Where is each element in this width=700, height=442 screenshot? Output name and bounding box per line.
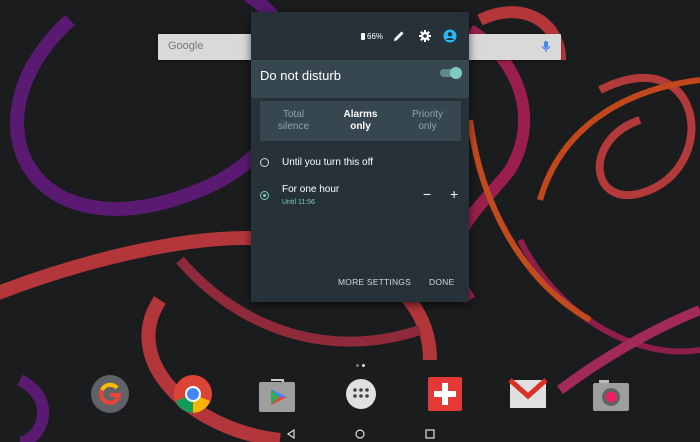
option-one-hour[interactable]: For one hour Until 11:56 − + bbox=[260, 184, 460, 210]
tab-label-line1: Alarms bbox=[343, 109, 378, 120]
play-store-icon[interactable] bbox=[257, 374, 297, 414]
home-icon[interactable] bbox=[354, 428, 366, 440]
tab-label-line1: Total bbox=[282, 109, 305, 120]
quick-settings-panel: 66% Do not disturb Total silence Alarms … bbox=[251, 12, 469, 302]
app-dock bbox=[0, 374, 700, 420]
page-dot bbox=[356, 364, 359, 367]
app-drawer-icon[interactable] bbox=[341, 374, 381, 414]
tab-label-line2: only bbox=[350, 121, 371, 132]
tab-total-silence[interactable]: Total silence bbox=[260, 101, 327, 141]
battery-icon bbox=[361, 33, 365, 40]
done-button[interactable]: DONE bbox=[429, 277, 454, 287]
tab-label-line1: Priority bbox=[411, 109, 444, 120]
decrease-button[interactable]: − bbox=[423, 186, 431, 202]
battery-indicator: 66% bbox=[361, 32, 383, 41]
page-dot-active bbox=[362, 364, 365, 367]
camera-icon[interactable] bbox=[591, 374, 631, 414]
option-label: Until you turn this off bbox=[282, 157, 373, 168]
option-until-off[interactable]: Until you turn this off bbox=[260, 157, 460, 171]
google-app-icon[interactable] bbox=[90, 374, 130, 414]
back-icon[interactable] bbox=[285, 428, 297, 440]
battery-percent: 66% bbox=[367, 32, 384, 41]
option-label: For one hour bbox=[282, 184, 340, 195]
tab-label-line2: only bbox=[418, 121, 437, 132]
navigation-bar bbox=[0, 424, 700, 442]
dnd-toggle[interactable] bbox=[440, 67, 462, 79]
gmail-icon[interactable] bbox=[508, 374, 548, 414]
chrome-icon[interactable] bbox=[173, 374, 213, 414]
dnd-title: Do not disturb bbox=[260, 68, 341, 83]
status-row: 66% bbox=[251, 12, 469, 60]
settings-icon[interactable] bbox=[418, 29, 432, 43]
user-icon[interactable] bbox=[443, 29, 457, 43]
dnd-mode-tabs: Total silence Alarms only Priority only bbox=[260, 101, 461, 141]
mic-icon[interactable] bbox=[541, 39, 551, 55]
increase-button[interactable]: + bbox=[450, 186, 458, 202]
google-logo: Google bbox=[168, 40, 204, 52]
option-sublabel: Until 11:56 bbox=[282, 199, 315, 206]
more-settings-button[interactable]: MORE SETTINGS bbox=[338, 277, 411, 287]
radio-one-hour[interactable] bbox=[260, 191, 269, 200]
toggle-knob bbox=[450, 67, 462, 79]
recents-icon[interactable] bbox=[424, 428, 436, 440]
tab-alarms-only[interactable]: Alarms only bbox=[327, 101, 394, 141]
page-indicator bbox=[356, 364, 365, 367]
tab-label-line2: silence bbox=[277, 121, 310, 132]
radio-until-off[interactable] bbox=[260, 158, 269, 167]
tab-priority-only[interactable]: Priority only bbox=[394, 101, 461, 141]
plus-app-icon[interactable] bbox=[425, 374, 465, 414]
edit-icon[interactable] bbox=[392, 29, 406, 43]
dnd-header: Do not disturb bbox=[251, 60, 469, 98]
